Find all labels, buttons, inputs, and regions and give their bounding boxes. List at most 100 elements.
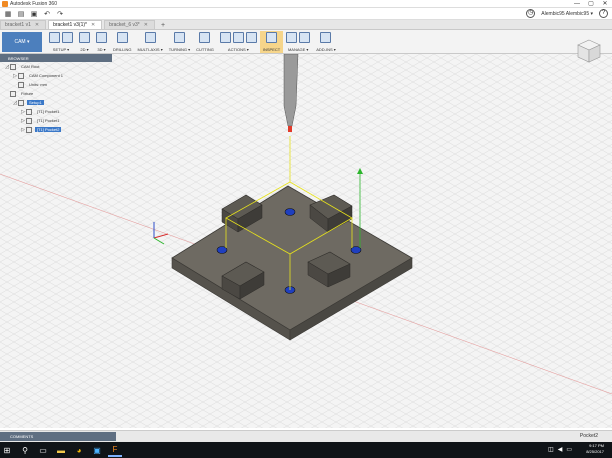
cam-toolbar: CAM ▾ SETUP ▾ 2D ▾ 3D ▾ DRILLING MULTI-AXIS … [0, 30, 612, 54]
tree-item-label: [T1] Pocket1 [37, 118, 60, 123]
toolbar-group-3[interactable]: DRILLING [110, 31, 134, 53]
toolbar-tool-icon[interactable] [245, 31, 257, 43]
browser-tree-item[interactable]: ▷ [T1] Pocket2 [0, 125, 112, 134]
tree-node-icon [26, 117, 32, 124]
toolbar-group-10[interactable]: ADD-INS ▾ [313, 31, 339, 53]
toolbar-group-1[interactable]: 2D ▾ [76, 31, 93, 53]
close-tab-icon[interactable]: ✕ [144, 22, 148, 28]
fusion-taskbar-icon[interactable]: F [108, 443, 122, 457]
toolbar-tool-icon[interactable] [266, 31, 278, 43]
toolbar-tool-icon[interactable] [49, 31, 60, 43]
save-icon[interactable]: ▣ [29, 9, 39, 19]
search-icon[interactable]: ⚲ [18, 443, 32, 457]
toolbar-group-label[interactable]: DRILLING [113, 47, 131, 52]
tab-bracket1-v1[interactable]: bracket1 v1 ✕ [0, 20, 47, 29]
redo-icon[interactable]: ↷ [55, 9, 65, 19]
tree-item-label: [T1] Pocket1 [37, 109, 60, 114]
bottom-bar: COMMENTS Pocket2 [0, 430, 612, 442]
user-account-menu[interactable]: Alembic95 Alembic95 ▾ [541, 11, 593, 17]
tab-bracket-6-v3[interactable]: bracket_6 v3* ✕ [104, 20, 155, 29]
browser-tree-item[interactable]: Fixture [0, 89, 112, 98]
toolbar-group-label[interactable]: SETUP ▾ [53, 47, 69, 52]
app-icon[interactable]: ▣ [90, 443, 104, 457]
tree-node-icon [26, 108, 32, 115]
toolbar-tool-icon[interactable] [199, 31, 211, 43]
help-icon[interactable]: ? [599, 9, 608, 18]
toolbar-tool-icon[interactable] [79, 31, 90, 43]
volume-icon[interactable]: ◀ [558, 446, 563, 453]
hole [284, 208, 296, 216]
toolbar-group-9[interactable]: MANAGE ▾ [283, 31, 313, 53]
toolbar-tool-icon[interactable] [320, 31, 332, 43]
toolbar-group-2[interactable]: 3D ▾ [93, 31, 110, 53]
toolbar-group-label[interactable]: TURNING ▾ [169, 47, 190, 52]
toolbar-group-label[interactable]: 3D ▾ [97, 47, 105, 52]
close-button[interactable]: ✕ [598, 0, 612, 8]
file-explorer-icon[interactable]: ▬ [54, 443, 68, 457]
document-tab-bar: bracket1 v1 ✕ bracket1 v3(1)* ✕ bracket_… [0, 20, 612, 30]
toolbar-group-label[interactable]: 2D ▾ [80, 47, 88, 52]
maximize-button[interactable]: ▢ [584, 0, 598, 8]
toolbar-group-5[interactable]: TURNING ▾ [166, 31, 193, 53]
browser-panel: BROWSER ◿ CAM Root ▷ CAM Component 1 Units: … [0, 54, 112, 144]
toolbar-tool-icon[interactable] [96, 31, 107, 43]
tree-node-icon [18, 81, 24, 88]
fusion-app-icon [2, 0, 8, 7]
toolbar-group-8[interactable]: INSPECT [259, 30, 284, 53]
keyboard-icon[interactable]: ▭ [566, 446, 572, 453]
taskbar-clock[interactable]: 9:17 PM 8/25/2017 [586, 443, 604, 455]
chrome-icon[interactable]: ◕ [72, 443, 86, 457]
job-status-icon[interactable]: ◷ [526, 9, 536, 18]
toolbar-tool-icon[interactable] [116, 31, 128, 43]
minimize-button[interactable]: — [570, 0, 584, 8]
toolbar-group-4[interactable]: MULTI-AXIS ▾ [134, 31, 165, 53]
toolbar-group-6[interactable]: CUTTING [193, 31, 217, 53]
browser-tree-item[interactable]: ◿ Setup1 [0, 98, 112, 107]
browser-header[interactable]: BROWSER [0, 54, 112, 62]
toolbar-group-label[interactable]: CUTTING [196, 47, 214, 52]
view-cube[interactable] [576, 38, 602, 64]
toolbar-tool-icon[interactable] [286, 31, 298, 43]
file-menu-icon[interactable]: ▤ [16, 9, 26, 19]
browser-tree-item[interactable]: ◿ CAM Root [0, 62, 112, 71]
toolbar-tool-icon[interactable] [144, 31, 156, 43]
toolbar-group-0[interactable]: SETUP ▾ [46, 31, 76, 53]
title-bar: Autodesk Fusion 360 — ▢ ✕ [0, 0, 612, 8]
tab-bracket1-v3[interactable]: bracket1 v3(1)* ✕ [48, 20, 103, 29]
close-tab-icon[interactable]: ✕ [91, 22, 95, 28]
toolbar-tool-icon[interactable] [299, 31, 311, 43]
task-view-icon[interactable]: ▭ [36, 443, 50, 457]
comments-panel[interactable]: COMMENTS [0, 432, 116, 441]
close-tab-icon[interactable]: ✕ [35, 22, 39, 28]
browser-tree-item[interactable]: ▷ CAM Component 1 [0, 71, 112, 80]
tree-node-icon [10, 90, 16, 97]
toolbar-group-label[interactable]: ADD-INS ▾ [316, 47, 336, 52]
network-icon[interactable]: ◫ [548, 446, 554, 453]
tab-label: bracket1 v3(1)* [53, 22, 87, 28]
tree-node-icon [10, 63, 16, 70]
quick-access-toolbar: ▦ ▤ ▣ ↶ ↷ ◷ Alembic95 Alembic95 ▾ ? [0, 8, 612, 20]
tab-label: bracket1 v1 [5, 22, 31, 28]
toolbar-tool-icon[interactable] [219, 31, 231, 43]
toolbar-tool-icon[interactable] [62, 31, 73, 43]
data-panel-grid-icon[interactable]: ▦ [3, 9, 13, 19]
toolbar-group-label[interactable]: MULTI-AXIS ▾ [137, 47, 162, 52]
selection-status: Pocket2 [579, 433, 598, 439]
browser-tree-item[interactable]: ▷ [T1] Pocket1 [0, 116, 112, 125]
hole [350, 246, 362, 254]
toolbar-tool-icon[interactable] [173, 31, 185, 43]
windows-start-icon[interactable]: ⊞ [0, 443, 14, 457]
toolbar-group-label[interactable]: INSPECT [263, 47, 280, 52]
new-tab-icon[interactable]: + [157, 22, 169, 29]
browser-tree-item[interactable]: ▷ [T1] Pocket1 [0, 107, 112, 116]
toolbar-tool-icon[interactable] [232, 31, 244, 43]
toolbar-group-label[interactable]: ACTIONS ▾ [228, 47, 249, 52]
toolbar-group-label[interactable]: MANAGE ▾ [288, 47, 308, 52]
tree-item-label: [T1] Pocket2 [35, 127, 62, 132]
undo-icon[interactable]: ↶ [42, 9, 52, 19]
tab-label: bracket_6 v3* [109, 22, 140, 28]
browser-tree-item[interactable]: Units: mm [0, 80, 112, 89]
workspace-switcher[interactable]: CAM ▾ [2, 31, 42, 52]
toolbar-group-7[interactable]: ACTIONS ▾ [217, 31, 260, 53]
windows-taskbar: ⊞ ⚲ ▭ ▬ ◕ ▣ F ◫ ◀ ▭ 9:17 PM 8/25/2017 [0, 442, 612, 458]
